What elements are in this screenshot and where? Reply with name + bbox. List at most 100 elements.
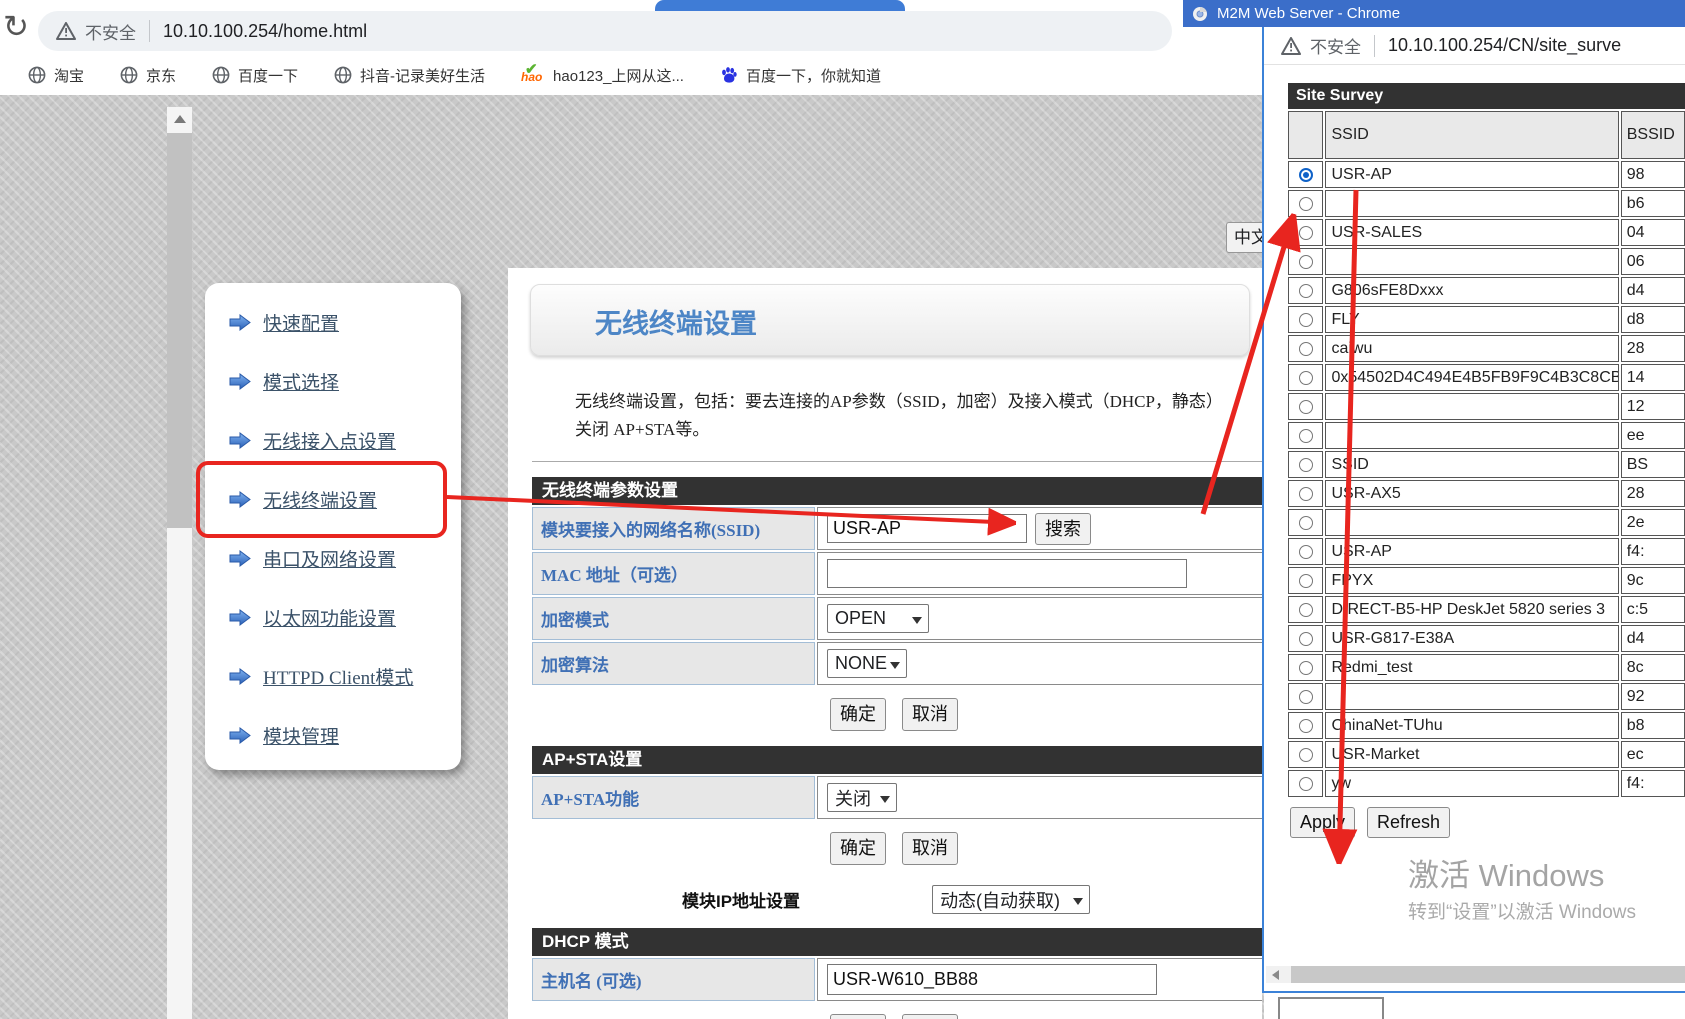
bookmark-baidu-home[interactable]: 百度一下，你就知道 xyxy=(720,65,881,86)
ip-mode-row: 模块IP地址设置 动态(自动获取) xyxy=(532,885,1262,914)
radio-button[interactable] xyxy=(1299,342,1313,356)
table-row: G806sFE8Dxxxd4 xyxy=(1288,277,1685,304)
arrow-right-icon xyxy=(229,373,251,390)
menu-item-quick-config[interactable]: 快速配置 xyxy=(205,293,461,352)
bookmark-taobao[interactable]: 淘宝 xyxy=(28,65,84,86)
refresh-button[interactable]: Refresh xyxy=(1367,807,1450,838)
ok-button[interactable]: 确定 xyxy=(830,832,886,865)
form-row-mac: MAC 地址（可选） xyxy=(532,552,1262,595)
globe-icon xyxy=(120,66,138,84)
active-tab-accent[interactable] xyxy=(655,0,905,11)
menu-item-ethernet[interactable]: 以太网功能设置 xyxy=(205,588,461,647)
table-row: ee xyxy=(1288,422,1685,449)
mac-input[interactable] xyxy=(827,559,1187,588)
enc-alg-select[interactable]: NONE xyxy=(827,649,907,678)
table-row: 06 xyxy=(1288,248,1685,275)
col-header-bssid: BSSID xyxy=(1621,111,1685,159)
radio-button[interactable] xyxy=(1299,516,1313,530)
bookmark-hao123[interactable]: ✔hao hao123_上网从这... xyxy=(521,65,684,86)
bookmark-jd[interactable]: 京东 xyxy=(120,65,176,86)
divider xyxy=(532,461,1262,462)
radio-button[interactable] xyxy=(1299,748,1313,762)
scrollbar-thumb[interactable] xyxy=(167,133,192,528)
menu-item-module-manage[interactable]: 模块管理 xyxy=(205,706,461,765)
radio-button[interactable] xyxy=(1299,603,1313,617)
arrow-right-icon xyxy=(229,432,251,449)
scrollbar-thumb[interactable] xyxy=(1291,966,1685,983)
menu-item-httpd-client[interactable]: HTTPD Client模式 xyxy=(205,647,461,706)
radio-button[interactable] xyxy=(1299,226,1313,240)
menu-item-ap-settings[interactable]: 无线接入点设置 xyxy=(205,411,461,470)
globe-icon xyxy=(28,66,46,84)
scrollbar-up-arrow-icon[interactable] xyxy=(167,107,192,129)
ip-mode-select[interactable]: 动态(自动获取) xyxy=(932,885,1090,914)
radio-button[interactable] xyxy=(1299,487,1313,501)
page-vertical-scrollbar[interactable] xyxy=(167,107,192,1019)
form-row-hostname: 主机名 (可选) xyxy=(532,958,1262,1001)
radio-button[interactable] xyxy=(1299,284,1313,298)
hostname-label: 主机名 (可选) xyxy=(532,958,815,1001)
table-row: USR-APf4: xyxy=(1288,538,1685,565)
baidu-paw-icon xyxy=(720,66,738,84)
apsta-select[interactable]: 关闭 xyxy=(827,783,897,812)
table-row: FPYX9c xyxy=(1288,567,1685,594)
form-row-ssid: 模块要接入的网络名称(SSID) 搜索 xyxy=(532,507,1262,550)
bookmark-baidu-search[interactable]: 百度一下 xyxy=(212,65,298,86)
table-row: ywf4: xyxy=(1288,770,1685,797)
ok-button[interactable]: 确定 xyxy=(830,698,886,731)
reload-icon[interactable]: ↻ xyxy=(3,10,29,44)
popup-titlebar[interactable]: M2M Web Server - Chrome xyxy=(1183,0,1685,27)
bookmarks-bar: 淘宝 京东 百度一下 抖音-记录美好生活 ✔hao hao123_上网从这...… xyxy=(0,56,1180,94)
ssid-label: 模块要接入的网络名称(SSID) xyxy=(532,507,815,550)
arrow-right-icon xyxy=(229,314,251,331)
section-header-dhcp: DHCP 模式 xyxy=(532,928,1262,956)
table-row: b6 xyxy=(1288,190,1685,217)
url-text: 10.10.100.254/home.html xyxy=(163,21,367,42)
chrome-icon xyxy=(1192,6,1208,22)
sta-buttons: 确定 取消 xyxy=(830,698,1262,731)
apply-button[interactable]: Apply xyxy=(1290,807,1355,838)
radio-button[interactable] xyxy=(1299,371,1313,385)
ok-button[interactable]: 确定 xyxy=(830,1014,886,1019)
address-bar[interactable]: 不安全 10.10.100.254/home.html xyxy=(38,11,1172,51)
cancel-button[interactable]: 取消 xyxy=(902,698,958,731)
table-row: 2e xyxy=(1288,509,1685,536)
radio-button[interactable] xyxy=(1299,429,1313,443)
radio-button[interactable] xyxy=(1299,777,1313,791)
table-header-row: SSID BSSID xyxy=(1288,111,1685,159)
search-button[interactable]: 搜索 xyxy=(1035,513,1091,545)
menu-item-serial-network[interactable]: 串口及网络设置 xyxy=(205,529,461,588)
mac-label: MAC 地址（可选） xyxy=(532,552,815,595)
warning-icon xyxy=(56,22,76,40)
radio-button[interactable] xyxy=(1299,458,1313,472)
radio-button[interactable] xyxy=(1299,574,1313,588)
cancel-button[interactable]: 取消 xyxy=(902,1014,958,1019)
radio-button[interactable] xyxy=(1299,313,1313,327)
radio-button[interactable] xyxy=(1299,661,1313,675)
menu-item-mode-select[interactable]: 模式选择 xyxy=(205,352,461,411)
radio-button[interactable] xyxy=(1299,255,1313,269)
form-row-enc-alg: 加密算法 NONE xyxy=(532,642,1262,685)
site-survey-header: Site Survey xyxy=(1288,83,1685,109)
table-row: ChinaNet-TUhub8 xyxy=(1288,712,1685,739)
radio-button[interactable] xyxy=(1299,632,1313,646)
radio-button[interactable] xyxy=(1299,690,1313,704)
radio-button[interactable] xyxy=(1299,719,1313,733)
popup-address-bar[interactable]: 不安全 10.10.100.254/CN/site_surve xyxy=(1264,27,1685,65)
bookmark-douyin[interactable]: 抖音-记录美好生活 xyxy=(334,65,485,86)
enc-mode-select[interactable]: OPEN xyxy=(827,604,929,633)
menu-item-sta-settings[interactable]: 无线终端设置 xyxy=(205,470,461,529)
radio-button[interactable] xyxy=(1299,400,1313,414)
hostname-input[interactable] xyxy=(827,964,1157,995)
popup-horizontal-scrollbar[interactable] xyxy=(1266,966,1685,983)
ssid-input[interactable] xyxy=(827,514,1027,543)
apsta-buttons: 确定 取消 xyxy=(830,832,1262,865)
radio-button[interactable] xyxy=(1299,197,1313,211)
table-row: 92 xyxy=(1288,683,1685,710)
radio-button[interactable] xyxy=(1299,168,1313,182)
section-header-apsta: AP+STA设置 xyxy=(532,746,1262,774)
radio-button[interactable] xyxy=(1299,545,1313,559)
scrollbar-left-arrow-icon[interactable] xyxy=(1266,966,1283,983)
cancel-button[interactable]: 取消 xyxy=(902,832,958,865)
table-row: caiwu28 xyxy=(1288,335,1685,362)
